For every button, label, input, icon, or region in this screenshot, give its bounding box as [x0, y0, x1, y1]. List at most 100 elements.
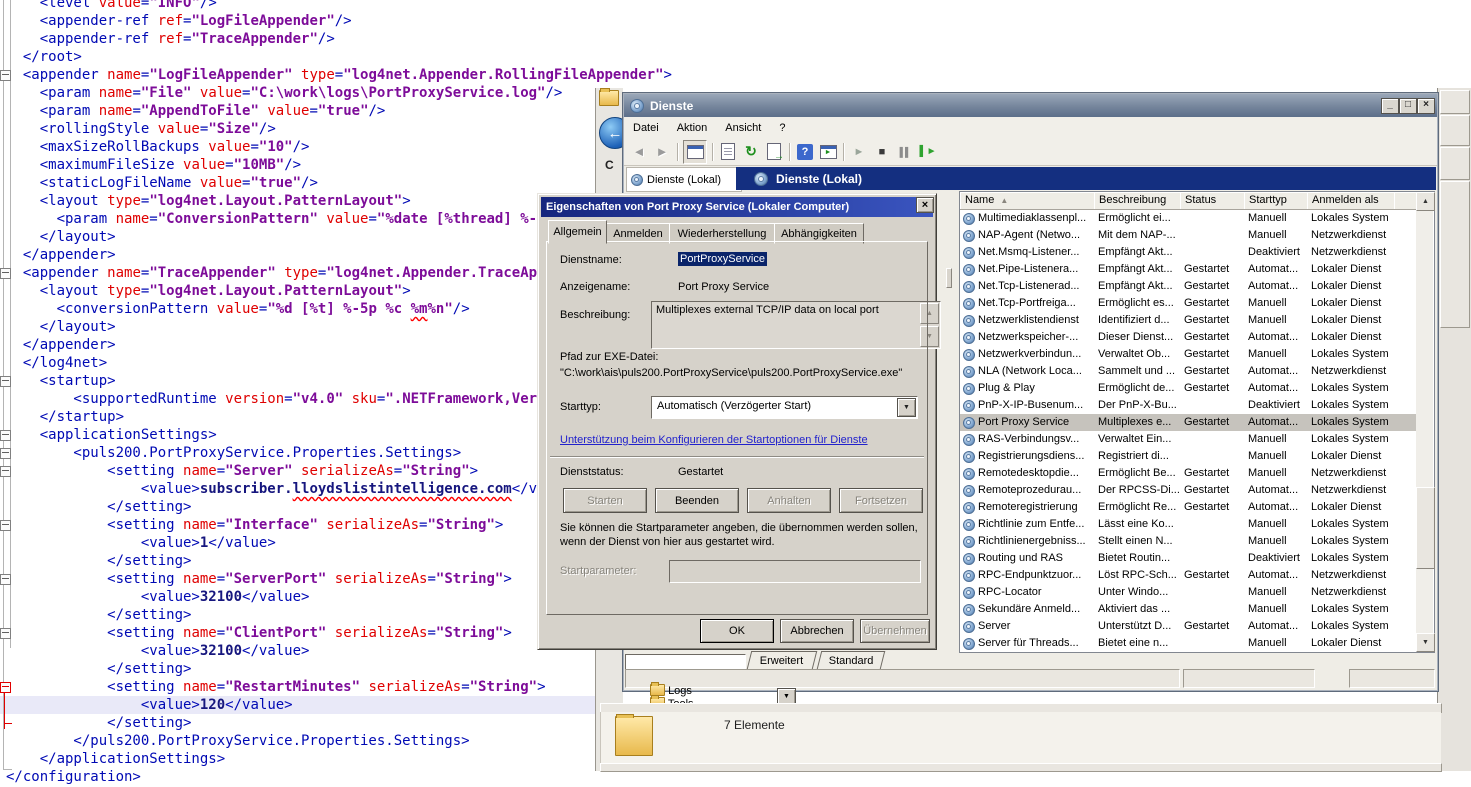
vertical-scrollbar[interactable] — [1416, 192, 1433, 650]
export-list-icon[interactable]: → — [764, 142, 784, 162]
drive-letter-label: C — [605, 158, 614, 172]
code-line: </appender> — [6, 246, 116, 264]
menu-ansicht[interactable]: Ansicht — [716, 119, 770, 137]
fold-collapse-icon[interactable] — [0, 466, 11, 477]
properties-icon[interactable] — [718, 142, 738, 162]
service-row-pnp-x-ip-busenum[interactable]: PnP-X-IP-Busenum...Der PnP-X-Bu...Deakti… — [960, 397, 1416, 414]
dialog-title: Eigenschaften von Port Proxy Service (Lo… — [546, 201, 849, 213]
dialog-titlebar[interactable]: Eigenschaften von Port Proxy Service (Lo… — [541, 197, 933, 217]
restart-service-icon[interactable]: ▌► — [918, 142, 938, 162]
abbrechen-button[interactable]: Abbrechen — [780, 619, 854, 643]
forward-icon[interactable]: ► — [652, 142, 672, 162]
scroll-down-icon[interactable]: ▼ — [1416, 633, 1435, 652]
service-row-net-pipe-listenera[interactable]: Net.Pipe-Listenera...Empfängt Akt...Gest… — [960, 261, 1416, 278]
scrollbar-thumb[interactable] — [1416, 487, 1435, 569]
dialog-tab-allgemein[interactable]: Allgemein — [548, 220, 607, 244]
pause-service-icon[interactable]: ▌▌ — [895, 142, 915, 162]
console-tree-item-dienste-lokal[interactable]: Dienste (Lokal) — [626, 167, 742, 192]
service-row-ras-verbindungsv[interactable]: RAS-Verbindungsv...Verwaltet Ein...Manue… — [960, 431, 1416, 448]
column-header-name[interactable]: Name▲ — [960, 192, 1099, 210]
service-row-routing-und-ras[interactable]: Routing und RASBietet Routin...Deaktivie… — [960, 550, 1416, 567]
service-row-registrierungsdiens[interactable]: Registrierungsdiens...Registriert di...M… — [960, 448, 1416, 465]
code-line: </configuration> — [6, 768, 141, 786]
window-title: Dienste — [650, 99, 693, 113]
service-row-net-msmq-listener[interactable]: Net.Msmq-Listener...Empfängt Akt...Deakt… — [960, 244, 1416, 261]
service-row-server-f-r-threads[interactable]: Server für Threads...Bietet eine n...Man… — [960, 635, 1416, 650]
service-row-remoteregistrierung[interactable]: RemoteregistrierungErmöglicht Re...Gesta… — [960, 499, 1416, 516]
scroll-up-icon[interactable]: ▲ — [1416, 192, 1435, 211]
code-line: <setting name="Interface" serializeAs="S… — [6, 516, 503, 534]
cell — [1184, 227, 1244, 244]
tab-standard[interactable]: Standard — [817, 651, 885, 669]
cell: Lokales System — [1311, 431, 1413, 448]
service-row-netzwerkverbindun[interactable]: Netzwerkverbindun...Verwaltet Ob...Gesta… — [960, 346, 1416, 363]
code-line: <appender-ref ref="LogFileAppender"/> — [6, 12, 352, 30]
help-icon[interactable]: ? — [795, 142, 815, 162]
menu-aktion[interactable]: Aktion — [668, 119, 717, 137]
ok-button[interactable]: OK — [700, 619, 774, 643]
code-line: <value>120</value> — [6, 696, 293, 714]
cell: Server — [978, 618, 1092, 635]
service-row-nla-network-loca[interactable]: NLA (Network Loca...Sammelt und ...Gesta… — [960, 363, 1416, 380]
services-list: Name▲BeschreibungStatusStarttypAnmelden … — [959, 191, 1435, 653]
pane-splitter-handle[interactable] — [946, 268, 952, 288]
menu-hilfe[interactable]: ? — [770, 119, 794, 137]
service-gear-icon — [963, 638, 975, 650]
column-header-beschreibung[interactable]: Beschreibung — [1094, 192, 1185, 210]
service-gear-icon — [963, 485, 975, 497]
column-header-starttyp[interactable]: Starttyp — [1244, 192, 1312, 210]
cell: Manuell — [1248, 431, 1307, 448]
service-row-rpc-endpunktzuor[interactable]: RPC-Endpunktzuor...Löst RPC-Sch...Gestar… — [960, 567, 1416, 584]
tab-erweitert[interactable]: Erweitert — [747, 651, 817, 669]
service-row-plug-play[interactable]: Plug & PlayErmöglicht de...GestartetAuto… — [960, 380, 1416, 397]
start-service-icon[interactable]: ► — [849, 142, 869, 162]
cell: Lokaler Dienst — [1311, 448, 1413, 465]
cell: Gestartet — [1184, 295, 1244, 312]
service-row-netzwerkspeicher[interactable]: Netzwerkspeicher-...Dieser Dienst...Gest… — [960, 329, 1416, 346]
close-button[interactable]: × — [1417, 98, 1435, 114]
cell: Ermöglicht Be... — [1098, 465, 1180, 482]
fold-collapse-icon[interactable] — [0, 628, 11, 639]
service-row-server[interactable]: ServerUnterstützt D...GestartetAutomat..… — [960, 618, 1416, 635]
stop-service-icon[interactable]: ■ — [872, 142, 892, 162]
menu-datei[interactable]: Datei — [624, 119, 668, 137]
minimize-button[interactable]: _ — [1381, 98, 1399, 114]
fold-collapse-icon-red[interactable] — [0, 682, 11, 693]
fold-collapse-icon[interactable] — [0, 448, 11, 459]
new-window-icon[interactable]: ► — [818, 142, 838, 162]
code-line: </appender> — [6, 336, 116, 354]
cell: Empfängt Akt... — [1098, 278, 1180, 295]
service-row-net-tcp-listenerad[interactable]: Net.Tcp-Listenerad...Empfängt Akt...Gest… — [960, 278, 1416, 295]
service-row-nap-agent-netwo[interactable]: NAP-Agent (Netwo...Mit dem NAP-...Manuel… — [960, 227, 1416, 244]
cell: Gestartet — [1184, 363, 1244, 380]
fold-collapse-icon[interactable] — [0, 430, 11, 441]
fold-collapse-icon[interactable] — [0, 268, 11, 279]
column-header-anmelden-als[interactable]: Anmelden als — [1307, 192, 1399, 210]
service-row-port-proxy-service[interactable]: Port Proxy ServiceMultiplexes e...Gestar… — [960, 414, 1416, 431]
fold-collapse-icon[interactable] — [0, 520, 11, 531]
show-console-tree-icon[interactable] — [683, 140, 707, 164]
maximize-button[interactable]: □ — [1399, 98, 1417, 114]
service-row-multimediaklassenpl[interactable]: Multimediaklassenpl...Ermöglicht ei...Ma… — [960, 210, 1416, 227]
column-header-status[interactable]: Status — [1180, 192, 1249, 210]
service-gear-icon — [963, 587, 975, 599]
dialog-close-icon[interactable]: × — [916, 197, 934, 213]
service-row-remoteprozedurau[interactable]: Remoteprozedurau...Der RPCSS-Di...Gestar… — [960, 482, 1416, 499]
service-row-richtlinie-zum-entfe[interactable]: Richtlinie zum Entfe...Lässt eine Ko...M… — [960, 516, 1416, 533]
fold-collapse-icon[interactable] — [0, 376, 11, 387]
service-row-net-tcp-portfreiga[interactable]: Net.Tcp-Portfreiga...Ermöglicht es...Ges… — [960, 295, 1416, 312]
service-row-richtlinienergebniss[interactable]: Richtlinienergebniss...Stellt einen N...… — [960, 533, 1416, 550]
service-row-sekund-re-anmeld[interactable]: Sekundäre Anmeld...Aktiviert das ...Manu… — [960, 601, 1416, 618]
service-row-remotedesktopdie[interactable]: Remotedesktopdie...Ermöglicht Be...Gesta… — [960, 465, 1416, 482]
services-window-titlebar[interactable]: Dienste — [624, 94, 1437, 117]
service-row-rpc-locator[interactable]: RPC-LocatorUnter Windo...ManuellNetzwerk… — [960, 584, 1416, 601]
refresh-icon[interactable]: ↻ — [741, 142, 761, 162]
service-row-netzwerklistendienst[interactable]: NetzwerklistendienstIdentifiziert d...Ge… — [960, 312, 1416, 329]
cell: Gestartet — [1184, 261, 1244, 278]
cell: Sekundäre Anmeld... — [978, 601, 1092, 618]
fold-collapse-icon[interactable] — [0, 70, 11, 81]
code-line: <appender name="LogFileAppender" type="l… — [6, 66, 672, 84]
fold-collapse-icon[interactable] — [0, 574, 11, 585]
back-icon[interactable]: ◄ — [629, 142, 649, 162]
code-line: <staticLogFileName value="true"/> — [6, 174, 318, 192]
